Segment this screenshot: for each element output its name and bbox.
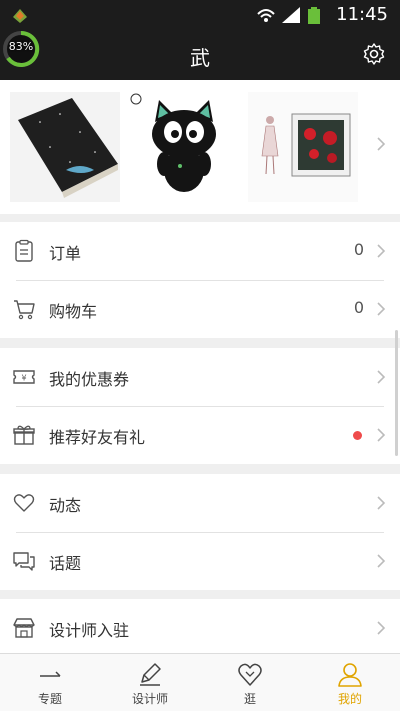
user-icon [338,663,362,687]
tab-designers[interactable]: 设计师 [100,654,200,711]
menu-group-community: 动态 话题 [0,474,400,590]
signal-wifi-battery-icon [257,7,320,24]
clipboard-icon [15,239,33,262]
gallery-strip [0,80,400,214]
tab-mine[interactable]: 我的 [300,654,400,711]
divider [16,406,384,407]
chevron-right-icon [377,621,386,635]
tab-label: 逛 [243,692,256,706]
chevron-right-icon [377,428,386,442]
chevron-right-icon [377,302,386,316]
topic-dash-icon [40,671,61,677]
gallery-more-chevron-icon[interactable] [376,136,386,152]
menu-item-designer-signup[interactable]: 设计师入驻 [0,599,400,657]
menu-item-label: 购物车 [49,302,98,321]
status-bar: 11:45 [0,0,400,30]
menu-item-label: 推荐好友有礼 [49,428,146,447]
bottom-tab-bar: 专题 设计师 逛 我的 [0,653,400,711]
pen-icon [140,663,161,686]
menu-item-label: 设计师入驻 [49,621,130,640]
cart-count: 0 [353,298,364,317]
divider [16,532,384,533]
clock: 11:45 [336,4,388,25]
menu-item-orders[interactable]: 订单 0 [0,222,400,280]
chevron-right-icon [377,244,386,258]
heart-icon [13,494,35,512]
menu-group-rewards: ¥ 我的优惠券 推荐好友有礼 [0,348,400,464]
tab-topics[interactable]: 专题 [0,654,100,711]
chevron-right-icon [377,370,386,384]
chevron-right-icon [377,496,386,510]
divider [16,280,384,281]
memory-usage-ring: 83% [2,30,40,68]
svg-text:¥: ¥ [21,374,26,383]
memory-percent: 83% [8,40,34,53]
app-notification-icon [13,9,27,23]
black-cat-plush-image [129,92,239,202]
heart-location-icon [238,663,262,686]
menu-item-referral[interactable]: 推荐好友有礼 [0,406,400,464]
menu-item-label: 订单 [49,244,82,263]
menu-item-coupons[interactable]: ¥ 我的优惠券 [0,348,400,406]
menu-item-feed[interactable]: 动态 [0,474,400,532]
shop-icon [13,618,35,638]
gift-icon [13,425,35,445]
rose-frame-illustration-image [248,92,358,202]
scrollbar[interactable] [395,330,398,456]
gallery-item-cat[interactable] [129,92,239,202]
order-count: 0 [353,240,364,259]
tab-browse[interactable]: 逛 [200,654,300,711]
coupon-ticket-icon: ¥ [13,370,35,384]
settings-gear-icon[interactable] [362,42,386,66]
gallery-item-notebook[interactable] [10,92,120,202]
menu-item-label: 我的优惠券 [49,370,130,389]
menu-group-shopping: 订单 0 购物车 0 [0,222,400,338]
menu-group-designer: 设计师入驻 [0,599,400,657]
notebook-image [10,92,120,202]
top-bar: 武 [0,30,400,80]
gallery-item-roses[interactable] [248,92,358,202]
menu-item-topics[interactable]: 话题 [0,532,400,590]
menu-item-cart[interactable]: 购物车 0 [0,280,400,338]
chat-bubbles-icon [13,552,35,571]
menu-item-label: 话题 [49,554,82,573]
tab-label: 专题 [37,692,62,706]
shopping-cart-icon [14,300,35,320]
chevron-right-icon [377,554,386,568]
notification-dot [353,431,362,440]
menu-item-label: 动态 [49,496,82,515]
page-title: 武 [190,46,210,70]
tab-label: 我的 [337,692,362,706]
tab-label: 设计师 [131,692,168,706]
